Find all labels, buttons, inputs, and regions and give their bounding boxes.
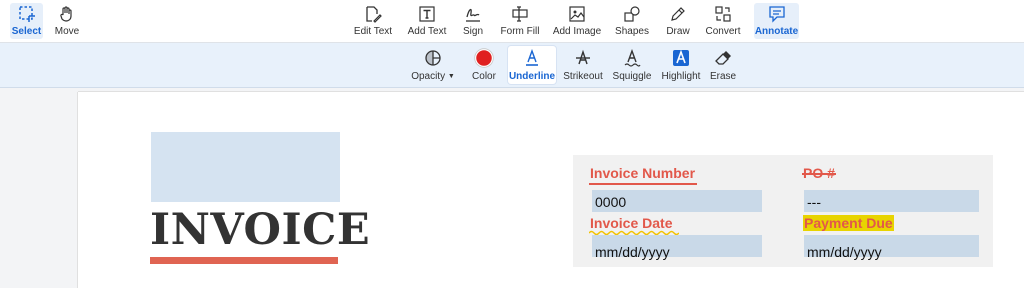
invoice-number-input[interactable]	[595, 190, 762, 214]
opacity-button[interactable]: Opacity ▼	[410, 46, 456, 84]
form-fill-icon	[510, 4, 530, 24]
po-field[interactable]	[804, 190, 979, 214]
title-divider	[150, 257, 338, 264]
add-text-button[interactable]: Add Text	[407, 3, 447, 39]
shapes-icon	[622, 4, 642, 24]
strikeout-label: Strikeout	[563, 71, 603, 82]
logo-placeholder[interactable]	[151, 132, 340, 202]
squiggle-button[interactable]: Squiggle	[613, 46, 651, 84]
squiggle-label: Squiggle	[612, 71, 652, 82]
invoice-number-label: Invoice Number	[589, 165, 698, 185]
main-toolbar: Select Move Edit Text Add Text Sign Form…	[0, 0, 1024, 43]
image-icon	[567, 4, 587, 24]
invoice-date-field[interactable]	[592, 235, 762, 264]
add-image-label: Add Image	[552, 26, 602, 37]
convert-button[interactable]: Convert	[704, 3, 742, 39]
edit-text-icon	[363, 4, 383, 24]
shapes-button[interactable]: Shapes	[614, 3, 650, 39]
annotate-button[interactable]: Annotate	[754, 3, 799, 39]
annotate-label: Annotate	[754, 26, 799, 37]
form-fill-label: Form Fill	[500, 26, 540, 37]
edit-text-label: Edit Text	[353, 26, 393, 37]
highlight-icon	[671, 48, 691, 68]
comment-icon	[767, 4, 787, 24]
po-input[interactable]	[807, 190, 979, 214]
annotate-toolbar: Opacity ▼ Color Underline Strikeout Squi…	[0, 43, 1024, 88]
strikeout-icon	[573, 48, 593, 68]
edit-text-button[interactable]: Edit Text	[353, 3, 393, 39]
payment-due-field[interactable]	[804, 235, 979, 264]
select-icon	[17, 4, 37, 24]
erase-button[interactable]: Erase	[709, 46, 737, 84]
invoice-info-panel: Invoice Number PO # Invoice Date Payment…	[573, 155, 993, 267]
draw-button[interactable]: Draw	[663, 3, 693, 39]
pencil-icon	[668, 4, 688, 24]
add-text-icon	[417, 4, 437, 24]
underline-icon	[522, 48, 542, 68]
invoice-number-field[interactable]	[592, 190, 762, 214]
hand-icon	[57, 4, 77, 24]
color-dot-icon	[474, 48, 494, 68]
opacity-icon	[423, 48, 443, 68]
payment-due-label: Payment Due	[803, 215, 894, 231]
underline-annotation[interactable]	[589, 183, 698, 185]
move-tool-button[interactable]: Move	[52, 3, 82, 39]
strikeout-annotation[interactable]	[802, 173, 836, 175]
erase-label: Erase	[709, 71, 737, 82]
opacity-label: Opacity ▼	[411, 71, 455, 82]
payment-due-input[interactable]	[807, 240, 979, 264]
move-tool-label: Move	[54, 26, 80, 37]
highlight-annotation[interactable]: Payment Due	[803, 215, 894, 231]
draw-label: Draw	[666, 26, 690, 37]
document-page: INVOICE Invoice Number PO # Invoice Date	[78, 92, 1024, 288]
invoice-title: INVOICE	[150, 205, 371, 255]
convert-icon	[713, 4, 733, 24]
select-tool-label: Select	[11, 26, 42, 37]
sign-button[interactable]: Sign	[458, 3, 488, 39]
invoice-date-label: Invoice Date	[589, 215, 679, 236]
select-tool-button[interactable]: Select	[10, 3, 43, 39]
signature-icon	[463, 4, 483, 24]
sign-label: Sign	[462, 26, 483, 37]
shapes-label: Shapes	[615, 26, 649, 37]
highlight-button[interactable]: Highlight	[660, 46, 702, 84]
color-button[interactable]: Color	[470, 46, 498, 84]
caret-down-icon: ▼	[447, 73, 455, 80]
form-fill-button[interactable]: Form Fill	[498, 3, 542, 39]
underline-button[interactable]: Underline	[508, 46, 556, 84]
squiggle-icon	[622, 48, 642, 68]
po-label: PO #	[802, 165, 836, 181]
eraser-icon	[713, 48, 733, 68]
highlight-label: Highlight	[661, 71, 701, 82]
color-label: Color	[472, 71, 496, 82]
add-image-button[interactable]: Add Image	[553, 3, 601, 39]
strikeout-button[interactable]: Strikeout	[563, 46, 603, 84]
invoice-date-input[interactable]	[595, 240, 762, 264]
add-text-label: Add Text	[407, 26, 447, 37]
underline-label: Underline	[508, 71, 556, 82]
convert-label: Convert	[705, 26, 741, 37]
